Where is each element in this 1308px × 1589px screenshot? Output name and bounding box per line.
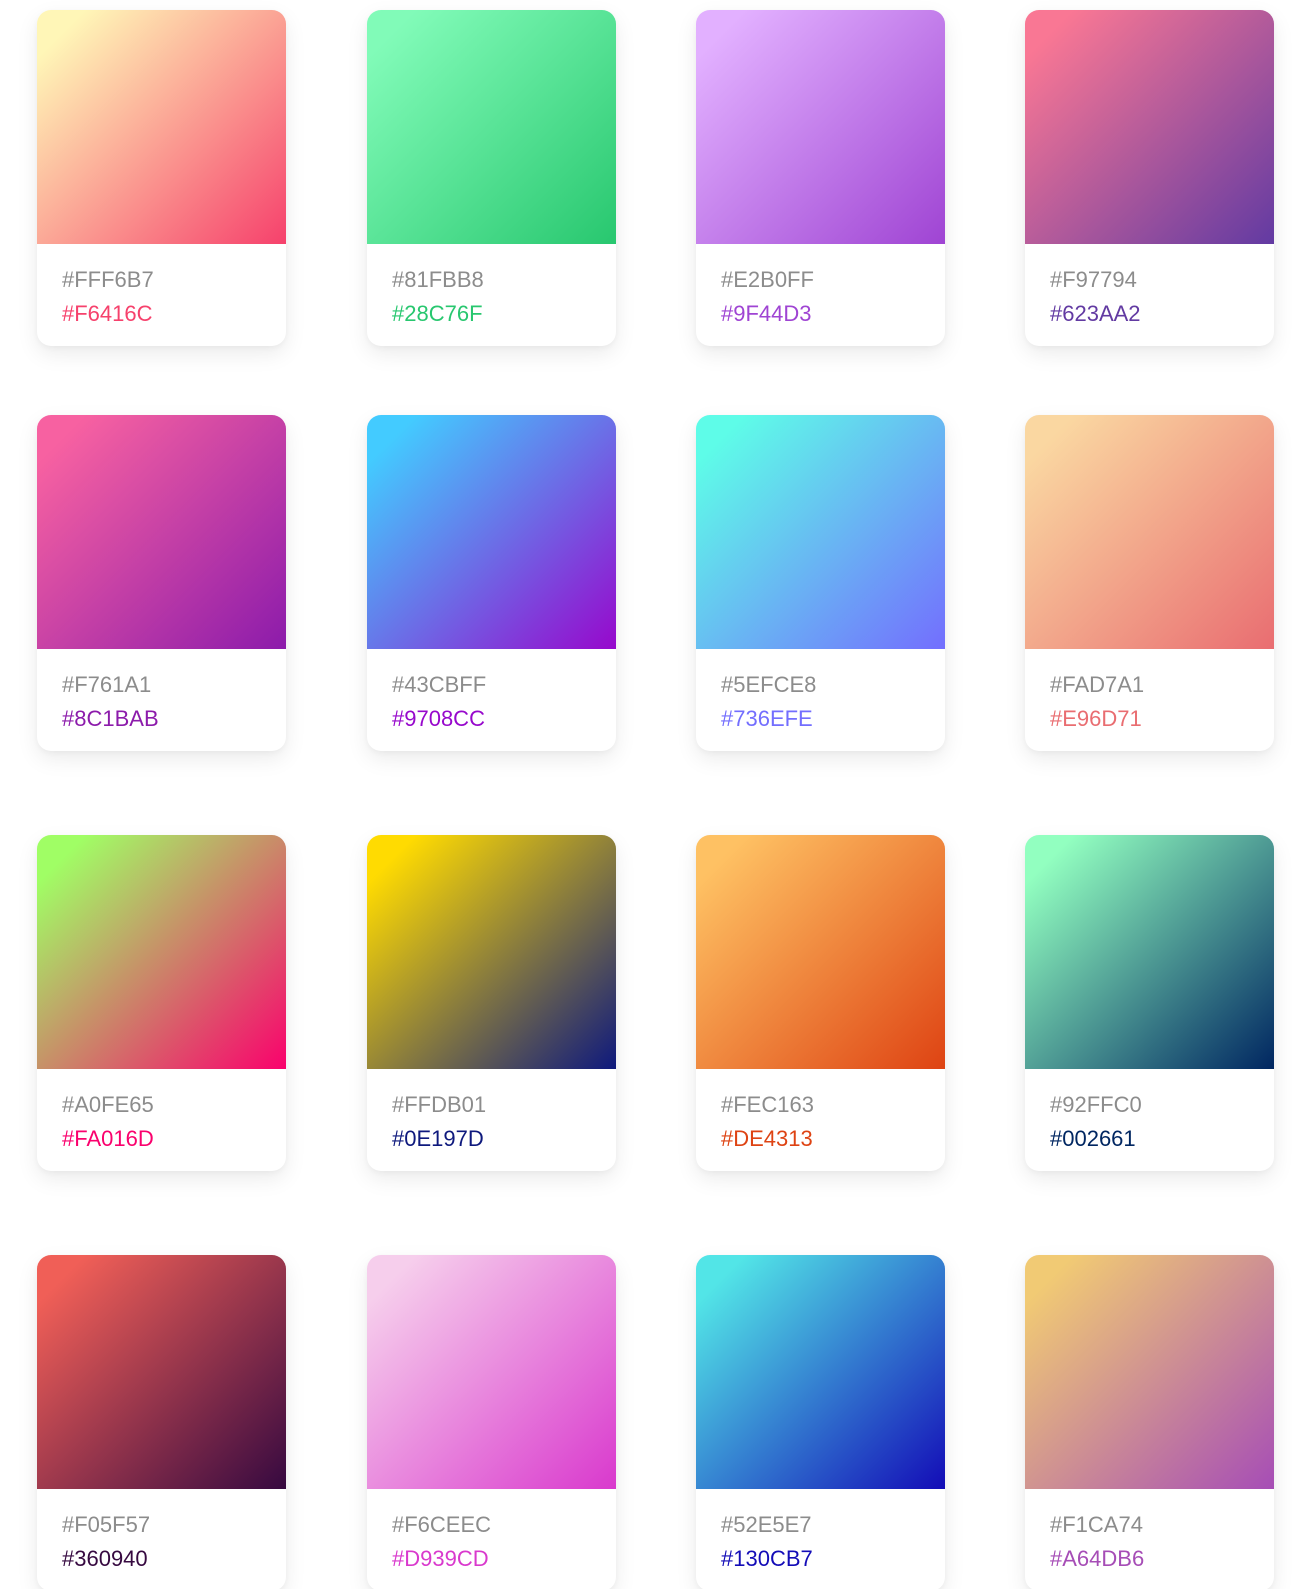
gradient-codes: #5EFCE8 #736EFE: [721, 668, 816, 736]
end-color-code[interactable]: #0E197D: [392, 1122, 486, 1156]
gradient-codes: #F761A1 #8C1BAB: [62, 668, 159, 736]
start-color-code[interactable]: #FFF6B7: [62, 263, 154, 297]
start-color-code[interactable]: #F1CA74: [1050, 1508, 1144, 1542]
gradient-codes: #F97794 #623AA2: [1050, 263, 1141, 331]
gradient-swatch[interactable]: [1025, 1255, 1274, 1489]
gradient-codes: #F1CA74 #A64DB6: [1050, 1508, 1144, 1576]
gradient-swatch[interactable]: [696, 415, 945, 649]
gradient-card[interactable]: #E2B0FF #9F44D3: [696, 10, 945, 346]
gradient-swatch[interactable]: [1025, 415, 1274, 649]
end-color-code[interactable]: #8C1BAB: [62, 702, 159, 736]
gradient-card[interactable]: #F1CA74 #A64DB6: [1025, 1255, 1274, 1589]
gradient-swatch[interactable]: [37, 835, 286, 1069]
gradient-grid: #FFF6B7 #F6416C #81FBB8 #28C76F #E2B0FF #9F44…: [0, 0, 1308, 1589]
end-color-code[interactable]: #F6416C: [62, 297, 154, 331]
gradient-card[interactable]: #81FBB8 #28C76F: [367, 10, 616, 346]
gradient-codes: #FFF6B7 #F6416C: [62, 263, 154, 331]
gradient-swatch[interactable]: [37, 1255, 286, 1489]
gradient-codes: #E2B0FF #9F44D3: [721, 263, 814, 331]
gradient-card[interactable]: #43CBFF #9708CC: [367, 415, 616, 751]
gradient-swatch[interactable]: [696, 10, 945, 244]
start-color-code[interactable]: #92FFC0: [1050, 1088, 1142, 1122]
end-color-code[interactable]: #736EFE: [721, 702, 816, 736]
end-color-code[interactable]: #28C76F: [392, 297, 484, 331]
gradient-card[interactable]: #52E5E7 #130CB7: [696, 1255, 945, 1589]
end-color-code[interactable]: #130CB7: [721, 1542, 813, 1576]
gradient-card[interactable]: #F05F57 #360940: [37, 1255, 286, 1589]
start-color-code[interactable]: #F6CEEC: [392, 1508, 491, 1542]
gradient-card[interactable]: #F6CEEC #D939CD: [367, 1255, 616, 1589]
start-color-code[interactable]: #81FBB8: [392, 263, 484, 297]
gradient-swatch[interactable]: [367, 10, 616, 244]
gradient-card[interactable]: #5EFCE8 #736EFE: [696, 415, 945, 751]
gradient-card[interactable]: #A0FE65 #FA016D: [37, 835, 286, 1171]
end-color-code[interactable]: #9708CC: [392, 702, 486, 736]
gradient-card[interactable]: #92FFC0 #002661: [1025, 835, 1274, 1171]
start-color-code[interactable]: #FAD7A1: [1050, 668, 1144, 702]
gradient-codes: #FFDB01 #0E197D: [392, 1088, 486, 1156]
gradient-codes: #FEC163 #DE4313: [721, 1088, 814, 1156]
gradient-swatch[interactable]: [367, 415, 616, 649]
start-color-code[interactable]: #FEC163: [721, 1088, 814, 1122]
start-color-code[interactable]: #5EFCE8: [721, 668, 816, 702]
gradient-card[interactable]: #F97794 #623AA2: [1025, 10, 1274, 346]
start-color-code[interactable]: #F761A1: [62, 668, 159, 702]
gradient-codes: #F6CEEC #D939CD: [392, 1508, 491, 1576]
end-color-code[interactable]: #FA016D: [62, 1122, 154, 1156]
gradient-codes: #F05F57 #360940: [62, 1508, 150, 1576]
gradient-codes: #FAD7A1 #E96D71: [1050, 668, 1144, 736]
end-color-code[interactable]: #002661: [1050, 1122, 1142, 1156]
gradient-codes: #92FFC0 #002661: [1050, 1088, 1142, 1156]
gradient-codes: #43CBFF #9708CC: [392, 668, 486, 736]
gradient-swatch[interactable]: [367, 835, 616, 1069]
gradient-card[interactable]: #FAD7A1 #E96D71: [1025, 415, 1274, 751]
start-color-code[interactable]: #43CBFF: [392, 668, 486, 702]
start-color-code[interactable]: #A0FE65: [62, 1088, 154, 1122]
gradient-card[interactable]: #FEC163 #DE4313: [696, 835, 945, 1171]
end-color-code[interactable]: #623AA2: [1050, 297, 1141, 331]
gradient-card[interactable]: #F761A1 #8C1BAB: [37, 415, 286, 751]
gradient-swatch[interactable]: [367, 1255, 616, 1489]
gradient-codes: #52E5E7 #130CB7: [721, 1508, 813, 1576]
end-color-code[interactable]: #D939CD: [392, 1542, 491, 1576]
start-color-code[interactable]: #52E5E7: [721, 1508, 813, 1542]
end-color-code[interactable]: #E96D71: [1050, 702, 1144, 736]
end-color-code[interactable]: #9F44D3: [721, 297, 814, 331]
start-color-code[interactable]: #FFDB01: [392, 1088, 486, 1122]
gradient-card[interactable]: #FFF6B7 #F6416C: [37, 10, 286, 346]
gradient-swatch[interactable]: [1025, 835, 1274, 1069]
gradient-swatch[interactable]: [37, 415, 286, 649]
end-color-code[interactable]: #360940: [62, 1542, 150, 1576]
gradient-swatch[interactable]: [37, 10, 286, 244]
gradient-swatch[interactable]: [1025, 10, 1274, 244]
start-color-code[interactable]: #F05F57: [62, 1508, 150, 1542]
gradient-codes: #81FBB8 #28C76F: [392, 263, 484, 331]
gradient-card[interactable]: #FFDB01 #0E197D: [367, 835, 616, 1171]
gradient-swatch[interactable]: [696, 1255, 945, 1489]
end-color-code[interactable]: #DE4313: [721, 1122, 814, 1156]
end-color-code[interactable]: #A64DB6: [1050, 1542, 1144, 1576]
gradient-swatch[interactable]: [696, 835, 945, 1069]
start-color-code[interactable]: #E2B0FF: [721, 263, 814, 297]
gradient-codes: #A0FE65 #FA016D: [62, 1088, 154, 1156]
start-color-code[interactable]: #F97794: [1050, 263, 1141, 297]
